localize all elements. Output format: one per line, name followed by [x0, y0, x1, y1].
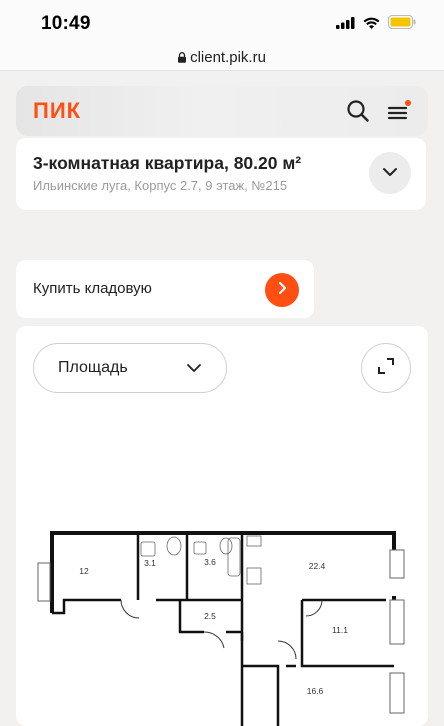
- buy-storage-label: Купить кладовую: [33, 280, 152, 297]
- room-area-label: 11.1: [332, 625, 348, 635]
- buy-storage-button[interactable]: [265, 273, 299, 307]
- lock-icon: [178, 51, 187, 63]
- expand-details-button[interactable]: [369, 152, 411, 194]
- apartment-card: 3-комнатная квартира, 80.20 м² Ильинские…: [16, 138, 426, 210]
- chevron-right-icon: [277, 281, 287, 300]
- floor-plan-card: Площадь 12 3.1 3.6 22.4 2.5 11.1 16.6: [16, 326, 428, 726]
- status-bar: 10:49: [0, 0, 444, 44]
- floor-plan-image[interactable]: 12 3.1 3.6 22.4 2.5 11.1 16.6: [16, 516, 428, 726]
- wifi-icon: [363, 16, 380, 34]
- chevron-down-icon: [382, 164, 398, 182]
- buy-storage-card[interactable]: Купить кладовую: [16, 260, 314, 318]
- signal-icon: [336, 16, 355, 34]
- notification-dot: [405, 100, 411, 106]
- room-labels: 12 3.1 3.6 22.4 2.5 11.1 16.6: [79, 557, 348, 696]
- search-icon[interactable]: [346, 99, 370, 123]
- room-area-label: 3.1: [144, 558, 156, 568]
- room-area-label: 2.5: [204, 611, 216, 621]
- room-area-label: 22.4: [309, 561, 326, 571]
- chevron-down-icon: [186, 361, 202, 375]
- room-area-label: 12: [79, 566, 89, 576]
- area-select[interactable]: Площадь: [33, 343, 227, 393]
- status-icons: [336, 15, 416, 34]
- room-area-label: 3.6: [204, 557, 216, 567]
- doors: [120, 599, 323, 660]
- area-select-value: Площадь: [58, 359, 128, 376]
- status-time: 10:49: [41, 13, 91, 34]
- menu-icon[interactable]: [387, 99, 413, 123]
- address-bar[interactable]: client.pik.ru: [0, 44, 444, 71]
- pik-logo[interactable]: ПИК: [33, 98, 81, 124]
- apartment-subtitle: Ильинские луга, Корпус 2.7, 9 этаж, №215: [33, 178, 288, 193]
- fullscreen-button[interactable]: [361, 343, 411, 393]
- battery-icon: [388, 15, 416, 34]
- site-header: ПИК: [16, 86, 428, 136]
- room-area-label: 16.6: [307, 686, 324, 696]
- apartment-title: 3-комнатная квартира, 80.20 м²: [33, 153, 302, 173]
- url-text: client.pik.ru: [190, 48, 266, 66]
- windows: [37, 549, 405, 714]
- expand-icon: [376, 356, 396, 381]
